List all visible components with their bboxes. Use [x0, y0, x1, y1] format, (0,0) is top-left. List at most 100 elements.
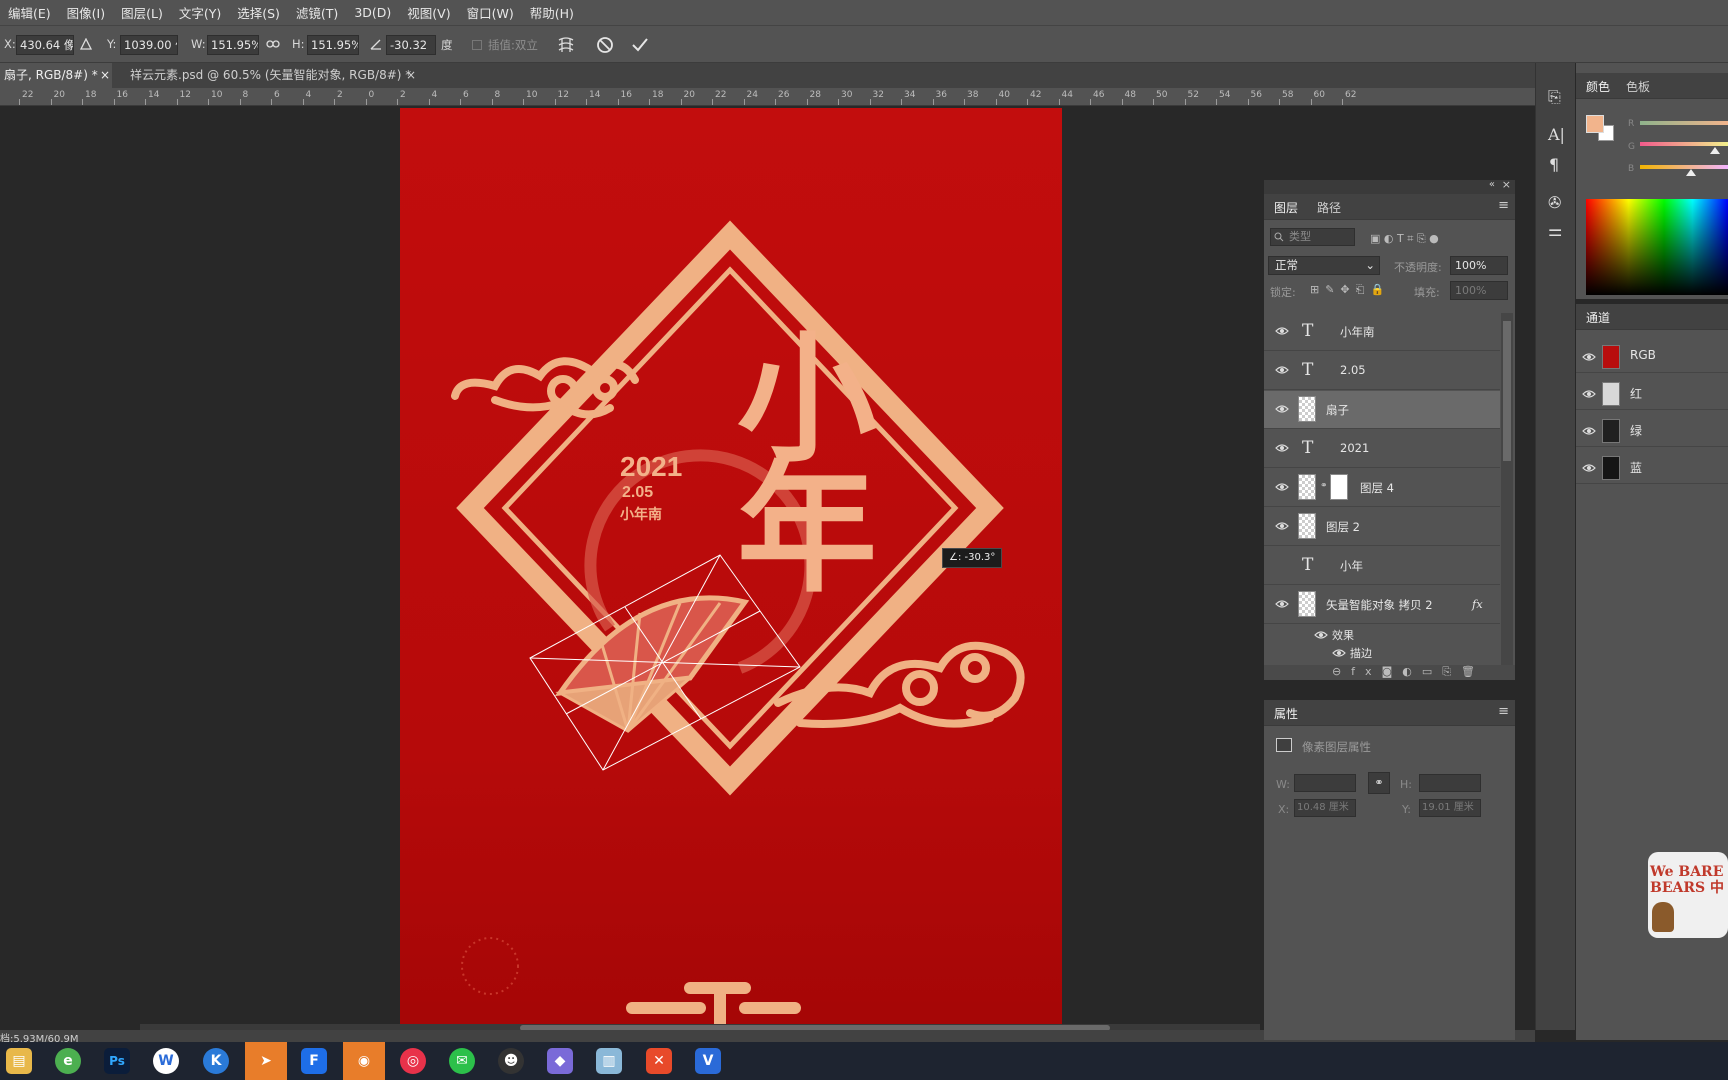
collapse-icon[interactable]: « [1489, 179, 1495, 190]
menu-item[interactable]: 3D(D) [346, 5, 399, 20]
blend-mode-select[interactable]: 正常 ⌄ [1268, 256, 1380, 275]
character-icon[interactable]: A| [1548, 125, 1565, 144]
width-field[interactable] [1294, 774, 1356, 792]
tab-fan-document[interactable]: 扇子, RGB/8#) * × [0, 63, 112, 88]
cube-app-icon[interactable]: ◆ [547, 1048, 573, 1074]
eye-icon[interactable] [1275, 403, 1289, 413]
menu-item[interactable]: 滤镜(T) [288, 3, 346, 22]
layer-row[interactable]: T 小年 [1264, 547, 1500, 585]
paragraph-icon[interactable]: ¶ [1549, 155, 1559, 174]
g-slider[interactable] [1640, 142, 1728, 146]
g-slider-handle[interactable] [1710, 147, 1720, 154]
v-app-icon[interactable]: V [695, 1048, 721, 1074]
foreground-color-swatch[interactable] [1586, 115, 1604, 133]
eye-icon[interactable] [1332, 647, 1346, 661]
tab-swatches[interactable]: 色板 [1626, 78, 1650, 95]
fill-field[interactable]: 100% [1450, 281, 1508, 300]
layer-row[interactable]: T 小年南 [1264, 313, 1500, 351]
warp-mode-icon[interactable] [556, 35, 576, 55]
interpolation-checkbox[interactable] [472, 40, 482, 50]
tab-paths[interactable]: 路径 [1317, 199, 1341, 216]
eye-hidden-icon[interactable] [1275, 559, 1289, 569]
link-icon[interactable] [266, 39, 280, 49]
x-app-icon[interactable]: ✕ [646, 1048, 672, 1074]
layer-row[interactable]: 扇子 [1264, 391, 1500, 429]
k-app-icon[interactable]: K [203, 1048, 229, 1074]
r-slider[interactable] [1640, 121, 1728, 125]
recorder-icon[interactable]: ◉ [343, 1042, 385, 1080]
lock-icons[interactable]: ⊞✎✥⎗🔒 [1310, 283, 1390, 297]
effect-item[interactable]: 描边 [1350, 645, 1372, 661]
height-scale-field[interactable]: 151.95% [307, 35, 359, 55]
layer-filter-icons[interactable]: ▣ ◐ T ⌗ ⎘ ● [1370, 232, 1500, 245]
layer-row[interactable]: ⚭ 图层 4 [1264, 469, 1500, 507]
layer-row[interactable]: T 2021 [1264, 430, 1500, 468]
notes-icon[interactable]: ▥ [596, 1048, 622, 1074]
eye-icon[interactable] [1275, 481, 1289, 491]
link-icon[interactable]: ⚭ [1368, 772, 1390, 794]
eye-icon[interactable] [1275, 520, 1289, 530]
channel-row[interactable]: 绿 [1576, 413, 1728, 447]
commit-transform-icon[interactable] [631, 36, 649, 54]
menu-item[interactable]: 编辑(E) [0, 3, 59, 22]
feishu-icon[interactable]: ➤ [245, 1042, 287, 1080]
width-scale-field[interactable]: 151.95% [207, 35, 259, 55]
layers-footer-icons[interactable]: ⊖fx◙◐▭⎘🗑 [1264, 665, 1515, 680]
y-field[interactable]: 19.01 厘米 [1419, 799, 1481, 817]
browser-icon[interactable]: e [55, 1048, 81, 1074]
menu-item[interactable]: 图层(L) [113, 3, 171, 22]
eye-icon[interactable] [1582, 462, 1596, 476]
channel-row[interactable]: RGB [1576, 339, 1728, 373]
panel-menu-icon[interactable]: ≡ [1498, 704, 1509, 719]
cancel-transform-icon[interactable] [596, 36, 614, 54]
eye-icon[interactable] [1275, 442, 1289, 452]
mask-link-icon[interactable]: ⚭ [1320, 481, 1328, 491]
w-app-icon[interactable]: W [153, 1048, 179, 1074]
menu-item[interactable]: 文字(Y) [171, 3, 229, 22]
f-app-icon[interactable]: F [301, 1048, 327, 1074]
x-position-field[interactable]: 430.64 像素 [16, 35, 74, 55]
photoshop-icon[interactable]: Ps [104, 1048, 130, 1074]
adjustments-icon[interactable]: ⚌ [1548, 221, 1562, 240]
layer-row[interactable]: 图层 2 [1264, 508, 1500, 546]
close-icon[interactable]: × [1502, 178, 1511, 191]
eye-icon[interactable] [1275, 598, 1289, 608]
layers-scrollbar[interactable] [1501, 313, 1513, 668]
menu-item[interactable]: 图像(I) [59, 3, 113, 22]
eye-icon[interactable] [1275, 325, 1289, 335]
tab-cloud-elements[interactable]: 祥云元素.psd @ 60.5% (矢量智能对象, RGB/8#) * × [126, 63, 426, 88]
eye-icon[interactable] [1582, 388, 1596, 402]
b-slider-handle[interactable] [1686, 169, 1696, 176]
music-icon[interactable]: ◎ [400, 1048, 426, 1074]
qq-icon[interactable]: ☻ [498, 1048, 524, 1074]
layer-row[interactable]: T 2.05 [1264, 352, 1500, 390]
channel-row[interactable]: 蓝 [1576, 450, 1728, 484]
layer-row[interactable]: 矢量智能对象 拷贝 2 fx [1264, 586, 1500, 624]
fx-badge[interactable]: fx [1472, 597, 1483, 611]
opacity-field[interactable]: 100% [1450, 256, 1508, 275]
eye-icon[interactable] [1582, 351, 1596, 365]
x-field[interactable]: 10.48 厘米 [1294, 799, 1356, 817]
color-spectrum-ramp[interactable] [1586, 199, 1728, 295]
rotation-angle-field[interactable]: -30.32 [386, 35, 436, 55]
channel-row[interactable]: 红 [1576, 376, 1728, 410]
menu-item[interactable]: 视图(V) [399, 3, 458, 22]
scrollbar-thumb[interactable] [1503, 321, 1511, 461]
panel-menu-icon[interactable]: ≡ [1498, 198, 1509, 213]
history-icon[interactable]: ⎘ [1548, 87, 1561, 107]
layer-mask-thumbnail[interactable] [1330, 474, 1348, 500]
poster-document[interactable]: 小年 2021 2.05 小年南 [400, 108, 1062, 1028]
tab-layers[interactable]: 图层 [1274, 199, 1298, 216]
eye-icon[interactable] [1275, 364, 1289, 374]
menu-item[interactable]: 帮助(H) [522, 3, 582, 22]
height-field[interactable] [1419, 774, 1481, 792]
close-icon[interactable]: × [100, 63, 110, 88]
file-explorer-icon[interactable]: ▤ [6, 1048, 32, 1074]
menu-item[interactable]: 窗口(W) [459, 3, 522, 22]
brush-icon[interactable]: ✇ [1548, 193, 1561, 212]
delta-icon[interactable] [80, 38, 92, 50]
b-slider[interactable] [1640, 165, 1728, 169]
y-position-field[interactable]: 1039.00 像 [120, 35, 178, 55]
eye-icon[interactable] [1582, 425, 1596, 439]
tab-color[interactable]: 颜色 [1586, 78, 1610, 95]
